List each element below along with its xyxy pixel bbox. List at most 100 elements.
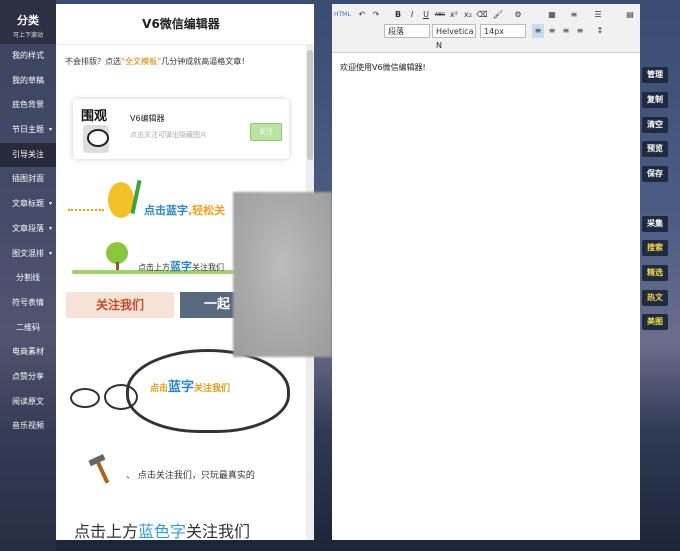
category-item[interactable]: 二维码 xyxy=(0,316,56,341)
category-item[interactable]: 文章标题 ▾ xyxy=(0,192,56,217)
category-item[interactable]: 插图封面 xyxy=(0,167,56,192)
hammer-icon xyxy=(94,458,110,484)
template-hint: 不会排版？点选“全文模板”几分钟成就高逼格文章！ xyxy=(65,56,249,67)
category-item-label: 引导关注 xyxy=(12,149,44,159)
panda-icon xyxy=(83,125,109,153)
category-item[interactable]: 符号表情 xyxy=(0,291,56,316)
category-item[interactable]: 电商素材 xyxy=(0,340,56,365)
brush-icon[interactable]: 🖌 xyxy=(492,8,504,22)
hint-prefix: 不会排版？点选 xyxy=(65,57,121,66)
settings-icon[interactable]: ⚙ xyxy=(512,8,524,22)
featured-button[interactable]: 精选 xyxy=(642,265,668,281)
tile-text-c: 关注我们 xyxy=(186,522,251,540)
category-subtitle: 可上下滚动 xyxy=(12,32,43,39)
category-item-label: 分割线 xyxy=(16,273,40,283)
category-item[interactable]: 我的草稿 xyxy=(0,69,56,94)
smiley-icon xyxy=(108,179,142,218)
tile-text: 点击蓝字,轻松关 xyxy=(144,202,225,218)
editor-content[interactable]: 欢迎使用V6微信编辑器! xyxy=(340,62,426,73)
category-item[interactable]: 图文混排 ▾ xyxy=(0,242,56,267)
subscript-button[interactable]: x₂ xyxy=(462,8,474,22)
tile-text-blue: 蓝字 xyxy=(170,260,192,273)
full-template-link[interactable]: “全文模板” xyxy=(121,57,161,66)
bold-button[interactable]: B xyxy=(392,8,404,22)
tile-text-a: 点击上方 xyxy=(74,522,139,540)
search-button[interactable]: 搜索 xyxy=(642,240,668,256)
category-item[interactable]: 我的样式 xyxy=(0,44,56,69)
font-family-select[interactable]: Helvetica N xyxy=(432,24,476,50)
category-item[interactable]: 分割线 xyxy=(0,266,56,291)
tile-text: 点击上方蓝字关注我们 xyxy=(138,258,224,274)
category-item[interactable]: 文章段落 ▾ xyxy=(0,217,56,242)
template-follow-card[interactable]: 围观 V6编辑器 点击关注可弹出隐藏图片 关注 xyxy=(73,99,289,159)
tile-text-c: 关注我们 xyxy=(194,384,231,394)
category-item[interactable]: 底色背景 xyxy=(0,93,56,118)
category-item-label: 文章段落 xyxy=(12,223,44,233)
underline-button[interactable]: U xyxy=(420,8,432,22)
tile-text-blue: 蓝字 xyxy=(168,380,195,395)
line-height-icon[interactable]: ↕ xyxy=(594,24,606,38)
images-button[interactable]: 美图 xyxy=(642,314,668,330)
hot-articles-button[interactable]: 热文 xyxy=(642,290,668,306)
hint-suffix: 几分钟成就高逼格文章！ xyxy=(161,57,250,66)
category-item-label: 图文混排 xyxy=(12,248,44,258)
category-sidebar: 分类 可上下滚动 我的样式 我的草稿 底色背景 节日主题 ▾ 引导关注 插图封面 … xyxy=(0,0,56,551)
italic-button[interactable]: I xyxy=(406,8,418,22)
scrollbar-thumb[interactable] xyxy=(307,50,313,160)
ordered-list-icon[interactable]: ≡ xyxy=(568,8,580,22)
align-left-icon[interactable]: ≡ xyxy=(532,24,544,38)
collect-button[interactable]: 采集 xyxy=(642,216,668,232)
category-header: 分类 可上下滚动 xyxy=(0,0,56,44)
tile-text-blue: 蓝色字 xyxy=(138,522,187,540)
category-item-label: 电商素材 xyxy=(12,347,44,357)
banner-left: 关注我们 xyxy=(66,292,174,318)
tile-text-dot: 、 xyxy=(126,471,136,481)
tile-text-blue: 点击蓝字 xyxy=(144,204,188,217)
category-item-label: 文章标题 xyxy=(12,199,44,209)
align-justify-icon[interactable]: ≡ xyxy=(574,24,586,38)
align-right-icon[interactable]: ≡ xyxy=(560,24,572,38)
template-panel-title: V6微信编辑器 xyxy=(56,4,306,45)
category-item[interactable]: 阅读原文 xyxy=(0,390,56,415)
strikethrough-button[interactable]: ABC xyxy=(434,8,446,22)
category-item[interactable]: 节日主题 ▾ xyxy=(0,118,56,143)
cloud-icon xyxy=(70,388,100,408)
preview-button[interactable]: 预览 xyxy=(642,141,668,157)
category-item-label: 我的样式 xyxy=(12,51,44,60)
tile-text-a: 点击 xyxy=(150,384,169,394)
category-item-label: 音乐视频 xyxy=(12,421,44,431)
undo-icon[interactable]: ↶ xyxy=(356,8,368,22)
editor-panel: HTML ↶ ↷ B I U ABC x² x₂ ⌫ 🖌 ⚙ ▦ ≡ ☰ ▤ 段… xyxy=(332,4,640,540)
category-item-label: 点赞分享 xyxy=(12,371,44,381)
tile-text-orange: ,轻松关 xyxy=(188,204,226,217)
clear-button[interactable]: 清空 xyxy=(642,117,668,133)
category-item-active[interactable]: 引导关注 xyxy=(0,142,56,168)
paragraph-select[interactable]: 段落 xyxy=(384,24,430,38)
html-source-button[interactable]: HTML xyxy=(334,8,351,22)
tile-text: 点击蓝字关注我们 xyxy=(150,376,230,395)
tile-text-main: 点击关注我们，只玩最真实的 xyxy=(137,471,255,481)
font-size-select[interactable]: 14px xyxy=(480,24,526,38)
follow-button[interactable]: 关注 xyxy=(250,123,282,141)
save-button[interactable]: 保存 xyxy=(642,166,668,182)
category-item-label: 节日主题 xyxy=(12,125,44,135)
table-icon[interactable]: ▦ xyxy=(546,8,558,22)
unordered-list-icon[interactable]: ☰ xyxy=(592,8,604,22)
template-tile-big-text[interactable]: 点击上方蓝色字关注我们 xyxy=(74,518,250,540)
fullscreen-icon[interactable]: ▤ xyxy=(624,8,636,22)
chevron-down-icon: ▾ xyxy=(48,224,52,232)
category-item-label: 二维码 xyxy=(16,322,40,332)
category-item[interactable]: 点赞分享 xyxy=(0,365,56,390)
tile-text-c: 关注我们 xyxy=(192,263,224,272)
eraser-icon[interactable]: ⌫ xyxy=(476,8,488,22)
copy-button[interactable]: 复制 xyxy=(642,92,668,108)
blurred-overlay xyxy=(233,192,332,357)
category-item-label: 阅读原文 xyxy=(12,396,44,406)
redo-icon[interactable]: ↷ xyxy=(370,8,382,22)
category-item[interactable]: 音乐视频 xyxy=(0,414,56,439)
manage-button[interactable]: 管理 xyxy=(642,67,668,83)
category-item-label: 插图封面 xyxy=(12,174,44,184)
category-item-label: 符号表情 xyxy=(12,297,44,307)
superscript-button[interactable]: x² xyxy=(448,8,460,22)
align-center-icon[interactable]: ≡ xyxy=(546,24,558,38)
